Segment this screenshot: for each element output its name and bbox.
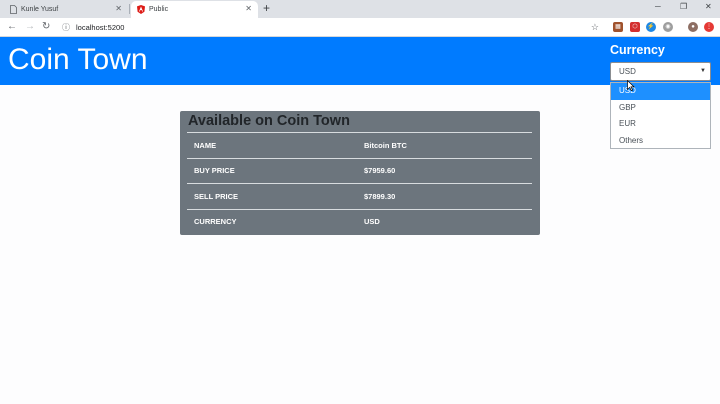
close-icon[interactable]: ✕ [245,5,252,13]
row-key: BUY PRICE [194,166,235,176]
new-tab-icon[interactable]: + [263,2,270,14]
row-value: $7899.30 [364,191,396,201]
row-key: CURRENCY [194,217,237,227]
mouse-pointer-icon [627,80,635,91]
browser-tab-kunle-yusuf[interactable]: Kunle Yusuf ✕ [6,1,128,18]
currency-option-others[interactable]: Others [611,133,710,150]
table-row: BUY PRICE $7959.60 [187,157,532,184]
address-bar[interactable]: ⓘ localhost:5200 ☆ [59,19,609,35]
document-icon [10,5,17,14]
card-title: Available on Coin Town [188,113,350,129]
row-key: SELL PRICE [194,191,239,201]
tab-label: Public [149,6,169,13]
currency-option-gbp[interactable]: GBP [611,100,710,117]
currency-select[interactable]: USD ▼ [610,62,711,81]
window-close-icon[interactable]: ✕ [705,2,712,12]
browser-toolbar: ← → ↻ ⓘ localhost:5200 ☆ ▦ ⬡ ⚡ ◉ ● ⋮ [0,18,720,37]
currency-option-eur[interactable]: EUR [611,116,710,133]
pocket-icon[interactable]: ⬡ [630,22,640,32]
back-icon[interactable]: ← [7,21,17,33]
extension-globe-icon[interactable]: ◉ [663,22,673,32]
currency-option-usd[interactable]: USD [611,83,710,100]
currency-dropdown: USD GBP EUR Others [610,82,711,149]
tab-label: Kunle Yusuf [21,6,59,13]
address-text: localhost:5200 [76,22,125,32]
table-row: NAME Bitcoin BTC [187,132,532,158]
forward-icon[interactable]: → [25,21,35,33]
browser-tab-public[interactable]: Public ✕ [131,1,258,18]
row-value: USD [364,217,380,227]
menu-icon[interactable]: ⋮ [704,22,714,32]
chevron-down-icon: ▼ [700,68,706,74]
currency-label: Currency [610,43,665,57]
info-icon[interactable]: ⓘ [62,22,70,33]
row-value: $7959.60 [364,166,396,176]
vpn-icon[interactable]: ⚡ [646,22,656,32]
row-value: Bitcoin BTC [364,140,407,150]
extension-icon[interactable]: ▦ [613,22,623,32]
tab-separator [129,4,130,14]
bookmark-star-icon[interactable]: ☆ [591,22,599,33]
table-row: SELL PRICE $7899.30 [187,183,532,209]
table-row: CURRENCY USD [187,208,532,235]
restore-icon[interactable]: ❐ [680,2,687,12]
minimize-icon[interactable]: ─ [655,2,661,12]
reload-icon[interactable]: ↻ [42,21,50,33]
row-key: NAME [194,140,217,150]
coin-info-card: Available on Coin Town NAME Bitcoin BTC … [180,111,540,235]
browser-tab-bar: Kunle Yusuf ✕ Public ✕ + ─ ❐ ✕ [0,0,720,18]
close-icon[interactable]: ✕ [115,5,122,13]
avatar[interactable]: ● [688,22,698,32]
angular-icon [137,5,145,14]
brand-title: Coin Town [8,43,148,76]
currency-select-value: USD [619,67,636,76]
